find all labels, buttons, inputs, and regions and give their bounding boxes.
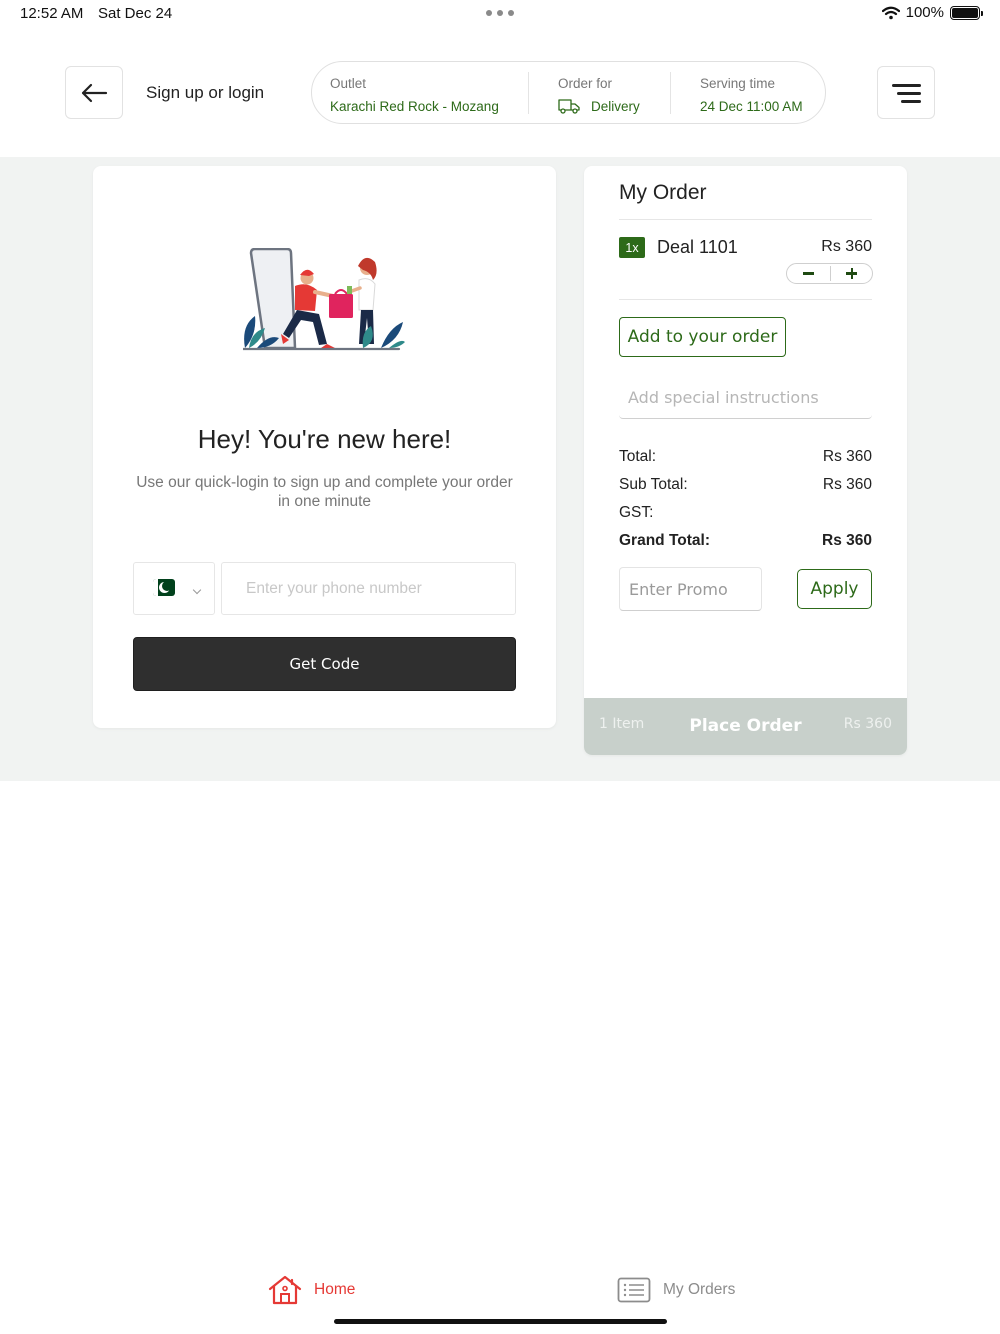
divider	[619, 299, 872, 300]
special-instructions-input[interactable]	[619, 376, 872, 419]
quantity-stepper[interactable]	[786, 263, 873, 284]
nav-my-orders[interactable]: My Orders	[617, 1273, 735, 1307]
status-time: 12:52 AM	[20, 5, 84, 22]
delivery-illustration	[243, 248, 405, 351]
signup-login-link[interactable]: Sign up or login	[146, 83, 264, 103]
summary-gst-row: GST:	[619, 504, 872, 524]
welcome-subtitle: Use our quick-login to sign up and compl…	[136, 474, 513, 510]
menu-button[interactable]	[877, 66, 935, 119]
delivery-truck-icon	[558, 99, 580, 114]
nav-home-label: Home	[314, 1281, 356, 1298]
serving-time-value: 24 Dec 11:00 AM	[700, 99, 803, 114]
pakistan-flag-icon	[153, 579, 175, 596]
total-value: Rs 360	[822, 448, 872, 465]
order-for-value: Delivery	[591, 99, 640, 114]
status-date: Sat Dec 24	[98, 5, 173, 22]
place-order-price: Rs 360	[843, 716, 892, 732]
nav-home[interactable]: Home	[268, 1273, 355, 1307]
outlet-value: Karachi Red Rock - Mozang	[330, 99, 499, 114]
get-code-button[interactable]: Get Code	[133, 637, 516, 691]
promo-code-input[interactable]	[619, 567, 762, 611]
minus-icon[interactable]	[787, 264, 830, 283]
order-for-section[interactable]: Order for Delivery	[558, 62, 668, 123]
total-label: Total:	[619, 448, 657, 465]
outlet-selector[interactable]: Outlet Karachi Red Rock - Mozang Order f…	[311, 61, 826, 124]
subtotal-label: Sub Total:	[619, 476, 688, 493]
item-name: Deal 1101	[657, 237, 738, 257]
nav-my-orders-label: My Orders	[663, 1281, 736, 1298]
orders-list-icon	[617, 1277, 651, 1303]
country-code-select[interactable]	[133, 562, 215, 615]
divider	[619, 219, 872, 220]
status-bar: 12:52 AM Sat Dec 24 100%	[0, 0, 1000, 28]
summary-total-row: Total: Rs 360	[619, 448, 872, 468]
summary-grand-total-row: Grand Total: Rs 360	[619, 532, 872, 552]
apply-promo-button[interactable]: Apply	[797, 569, 872, 609]
item-quantity-badge: 1x	[619, 237, 645, 258]
plus-icon[interactable]	[831, 264, 873, 283]
order-for-label: Order for	[558, 76, 613, 91]
order-card: My Order 1x Deal 1101 Rs 360 Add to your…	[584, 166, 907, 755]
back-button[interactable]	[65, 66, 123, 119]
serving-time-section[interactable]: Serving time 24 Dec 11:00 AM	[700, 62, 815, 123]
outlet-section[interactable]: Outlet Karachi Red Rock - Mozang	[330, 62, 530, 123]
gst-label: GST:	[619, 504, 654, 521]
login-card: Hey! You're new here! Use our quick-logi…	[93, 166, 556, 728]
outlet-label: Outlet	[330, 76, 367, 91]
order-title: My Order	[619, 181, 707, 204]
item-price: Rs 360	[821, 238, 872, 255]
arrow-left-icon	[81, 83, 108, 102]
grand-total-value: Rs 360	[822, 532, 872, 549]
phone-number-input[interactable]	[221, 562, 516, 615]
status-indicators: 100%	[881, 4, 983, 21]
add-to-order-button[interactable]: Add to your order	[619, 317, 786, 357]
welcome-title: Hey! You're new here!	[197, 424, 452, 454]
divider	[528, 72, 529, 114]
grand-total-label: Grand Total:	[619, 532, 710, 549]
multitasking-dots-icon[interactable]	[486, 10, 514, 16]
home-icon	[268, 1275, 302, 1305]
wifi-icon	[881, 6, 900, 19]
summary-subtotal-row: Sub Total: Rs 360	[619, 476, 872, 496]
battery-percent: 100%	[905, 4, 944, 21]
divider	[670, 72, 671, 114]
home-indicator[interactable]	[334, 1319, 667, 1324]
battery-icon	[950, 5, 983, 20]
place-order-button[interactable]: 1 Item Place Order Rs 360	[584, 698, 907, 755]
chevron-down-icon	[192, 585, 202, 595]
subtotal-value: Rs 360	[822, 476, 872, 493]
serving-time-label: Serving time	[700, 76, 776, 91]
